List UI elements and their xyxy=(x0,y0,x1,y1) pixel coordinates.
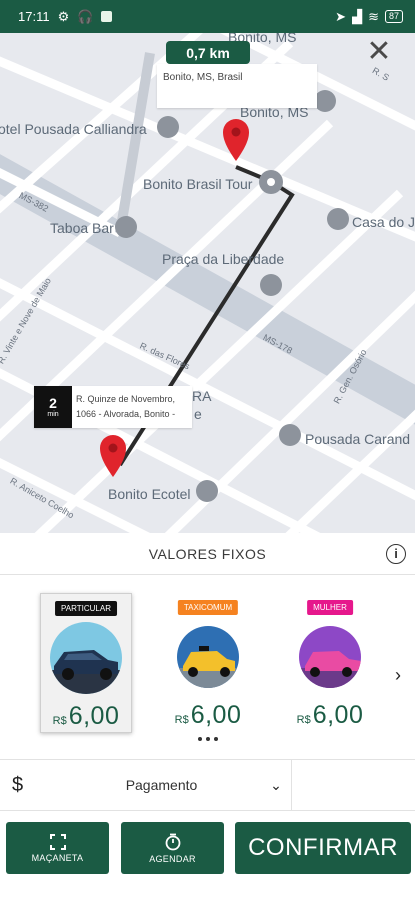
pagination-dot xyxy=(213,737,218,741)
vehicle-price: R$6,00 xyxy=(162,701,254,730)
fixed-fares-header: VALORES FIXOS xyxy=(0,533,415,575)
location-icon: ➤ xyxy=(335,8,347,24)
chevron-right-icon[interactable]: › xyxy=(395,665,401,686)
status-bar: 17:11 ⚙ 🎧 ➤ ▟ ≋ 87 xyxy=(0,0,415,33)
vehicle-card-mulher[interactable]: MULHER R$6,00 xyxy=(284,593,376,733)
map-view[interactable]: Bonito, MS otel Pousada Calliandra Bonit… xyxy=(0,33,415,533)
map-label-tour: Bonito Brasil Tour xyxy=(143,176,253,192)
car-image xyxy=(299,626,361,688)
vehicle-price: R$6,00 xyxy=(41,702,131,731)
car-image xyxy=(50,622,122,694)
price-value: 6,00 xyxy=(68,702,120,730)
pagination-dot xyxy=(205,737,210,741)
distance-badge: 0,7 km xyxy=(166,41,250,64)
price-value: 6,00 xyxy=(312,701,364,729)
schedule-button[interactable]: AGENDAR xyxy=(121,822,224,874)
app-notification-icon xyxy=(101,11,113,22)
map-canvas xyxy=(0,33,415,533)
fixed-fares-title: VALORES FIXOS xyxy=(148,545,267,562)
schedule-label: AGENDAR xyxy=(149,853,196,864)
price-currency: R$ xyxy=(174,714,189,726)
expand-icon xyxy=(49,833,66,850)
price-currency: R$ xyxy=(296,714,311,726)
map-label-pousada-caranda: Pousada Carand xyxy=(305,431,411,447)
origin-address: R. Quinze de Novembro, 1066 - Alvorada, … xyxy=(72,386,179,428)
vehicle-tag: MULHER xyxy=(307,600,353,615)
origin-address-box[interactable]: 2 min R. Quinze de Novembro, 1066 - Alvo… xyxy=(34,386,192,428)
signal-icon: ▟ xyxy=(352,8,363,24)
payment-row: $ Pagamento ⌄ xyxy=(0,759,415,811)
vehicle-card-taxicomum[interactable]: TAXICOMUM R$6,00 xyxy=(162,593,254,733)
payment-select[interactable]: $ Pagamento ⌄ xyxy=(0,760,292,810)
close-icon[interactable]: ✕ xyxy=(365,37,393,67)
chevron-down-icon: ⌄ xyxy=(270,776,282,793)
map-label-pousada: otel Pousada Calliandra xyxy=(0,121,147,137)
carousel-pagination xyxy=(0,737,415,741)
confirm-label: CONFIRMAR xyxy=(248,834,398,861)
vehicle-carousel: PARTICULAR R$6,00 TAXICOMUM R$6,00 MULHE… xyxy=(0,575,415,755)
vehicle-tag: TAXICOMUM xyxy=(177,600,239,615)
price-currency: R$ xyxy=(52,715,67,727)
battery-indicator: 87 xyxy=(384,10,403,23)
map-label-ecotel: Bonito Ecotel xyxy=(108,486,191,502)
origin-address-line2: 1066 - Alvorada, Bonito - xyxy=(76,409,176,419)
settings-icon: ⚙ xyxy=(57,8,70,24)
map-label-casa: Casa do J xyxy=(352,214,415,230)
origin-address-line1: R. Quinze de Novembro, xyxy=(76,394,176,404)
map-label-taboa: Taboa Bar xyxy=(50,220,114,236)
vehicle-price: R$6,00 xyxy=(284,701,376,730)
destination-address-box[interactable]: Bonito, MS, Brasil xyxy=(157,64,317,108)
price-value: 6,00 xyxy=(190,701,242,729)
map-label-e: e xyxy=(194,406,202,422)
vehicle-tag: PARTICULAR xyxy=(55,601,117,616)
status-time: 17:11 xyxy=(18,9,50,24)
headphones-icon: 🎧 xyxy=(77,8,94,24)
map-label-praca: Praça da Liberdade xyxy=(162,251,285,267)
stopwatch-icon xyxy=(165,833,180,850)
vehicle-card-particular[interactable]: PARTICULAR R$6,00 xyxy=(40,593,132,733)
handle-label: MAÇANETA xyxy=(31,852,84,863)
eta-value: 2 xyxy=(49,394,57,411)
wifi-icon: ≋ xyxy=(368,8,379,24)
eta-badge: 2 min xyxy=(34,386,72,428)
handle-button[interactable]: MAÇANETA xyxy=(6,822,109,874)
info-icon[interactable]: i xyxy=(386,544,406,564)
pagination-dot xyxy=(197,737,202,741)
action-bar: MAÇANETA AGENDAR CONFIRMAR xyxy=(0,822,415,874)
payment-label: Pagamento xyxy=(125,777,198,793)
map-label-ra: RA xyxy=(192,388,212,404)
confirm-button[interactable]: CONFIRMAR xyxy=(235,822,411,874)
screen: 17:11 ⚙ 🎧 ➤ ▟ ≋ 87 Bonito, MS otel Pousa… xyxy=(0,0,415,900)
car-image xyxy=(177,626,239,688)
eta-unit: min xyxy=(47,410,59,418)
